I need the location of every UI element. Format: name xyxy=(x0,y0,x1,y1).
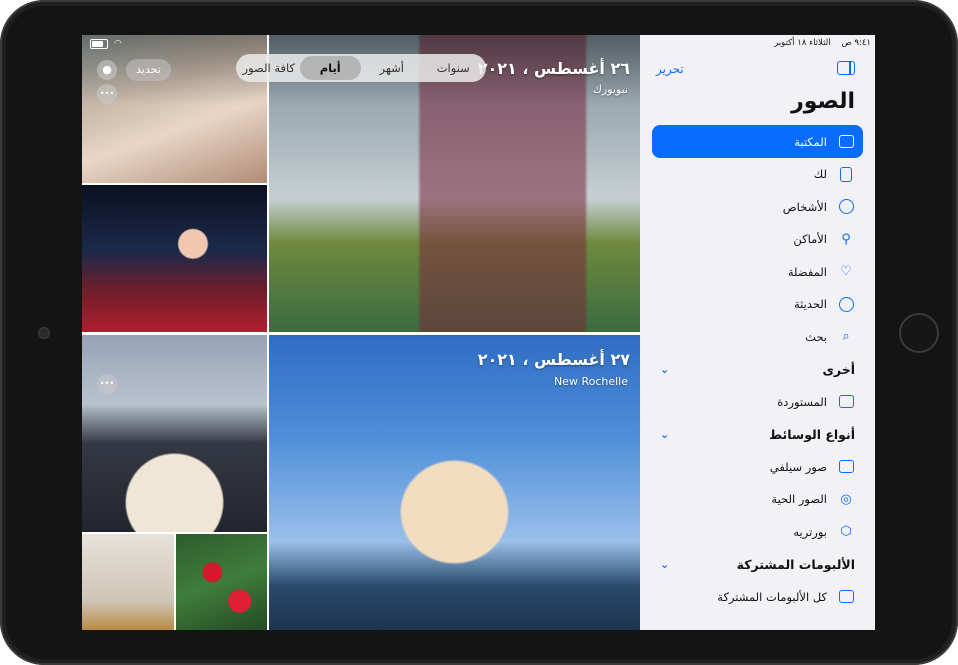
group-location: New Rochelle xyxy=(553,375,628,388)
chevron-down-icon: ⌄ xyxy=(660,362,670,376)
ellipsis-icon: ••• xyxy=(99,379,115,388)
photo-thumbnail[interactable] xyxy=(82,534,174,630)
sidebar-item-portrait[interactable]: ⬡ بورتريه xyxy=(652,516,863,549)
sidebar-item-places[interactable]: ⚲ الأماكن xyxy=(652,223,863,256)
home-button[interactable] xyxy=(899,313,939,353)
chevron-down-icon: ⌄ xyxy=(660,427,670,441)
status-bar: ٩:٤١ ص الثلاثاء ١٨ أكتوبر xyxy=(774,38,871,48)
sidebar-item-search[interactable]: ⌕ بحث xyxy=(652,321,863,354)
segment-days[interactable]: أيام xyxy=(299,56,361,80)
photo-thumbnail[interactable] xyxy=(82,335,267,532)
sidebar: ٩:٤١ ص الثلاثاء ١٨ أكتوبر تحرير الصور ال… xyxy=(640,35,875,630)
sidebar-item-label: لك xyxy=(813,167,827,182)
group-more-button[interactable]: ••• xyxy=(97,374,117,394)
places-icon: ⚲ xyxy=(841,231,851,247)
screen: ٢٦ أغسطس ، ٢٠٢١ نيويورك ٢٧ أغسطس ، ٢٠٢١ … xyxy=(82,35,875,630)
sidebar-item-label: الصور الحية xyxy=(771,492,827,507)
sidebar-item-for-you[interactable]: لك xyxy=(652,158,863,191)
heart-icon: ♡ xyxy=(840,264,852,280)
status-time: ٩:٤١ ص xyxy=(841,38,871,48)
sidebar-list: المكتبة لك الأشخاص ⚲ الأماكن ♡ المفضلة ا… xyxy=(652,125,863,613)
time-scale-segmented-control: سنوات أشهر أيام كافة الصور xyxy=(236,54,486,82)
segment-months[interactable]: أشهر xyxy=(361,56,423,80)
status-indicators: ◠ xyxy=(90,39,122,49)
sidebar-item-label: بحث xyxy=(805,329,827,344)
person-icon: ● xyxy=(102,63,112,76)
battery-icon xyxy=(90,39,108,49)
people-icon xyxy=(837,198,855,216)
people-filter-button[interactable]: ● xyxy=(97,60,117,80)
sidebar-item-selfies[interactable]: صور سيلفي xyxy=(652,451,863,484)
clock-icon xyxy=(837,295,855,313)
sidebar-item-label: المفضلة xyxy=(787,264,827,279)
group-date-title: ٢٦ أغسطس ، ٢٠٢١ xyxy=(477,59,630,78)
select-button[interactable]: تحديد xyxy=(126,59,171,81)
section-title: الألبومات المشتركة xyxy=(736,556,855,572)
sidebar-item-label: بورتريه xyxy=(793,524,827,539)
wifi-icon: ◠ xyxy=(114,39,122,49)
status-date: الثلاثاء ١٨ أكتوبر xyxy=(774,38,831,48)
sidebar-item-label: المستوردة xyxy=(777,394,827,409)
sidebar-item-label: الأشخاص xyxy=(782,199,827,214)
photo-grid: ٢٦ أغسطس ، ٢٠٢١ نيويورك ٢٧ أغسطس ، ٢٠٢١ … xyxy=(82,35,640,630)
for-you-icon xyxy=(837,165,855,183)
front-camera xyxy=(38,327,50,339)
ipad-frame: ٢٦ أغسطس ، ٢٠٢١ نيويورك ٢٧ أغسطس ، ٢٠٢١ … xyxy=(0,0,958,665)
sidebar-item-label: صور سيلفي xyxy=(769,459,827,474)
section-title: أنواع الوسائط xyxy=(769,426,855,442)
chevron-down-icon: ⌄ xyxy=(660,557,670,571)
selfie-icon xyxy=(837,458,855,476)
sidebar-item-label: كل الألبومات المشتركة xyxy=(717,589,827,604)
section-header-shared-albums[interactable]: الألبومات المشتركة ⌄ xyxy=(652,548,863,581)
edit-button[interactable]: تحرير xyxy=(656,62,684,76)
sidebar-item-library[interactable]: المكتبة xyxy=(652,125,863,158)
group-location: نيويورك xyxy=(592,83,628,96)
library-icon xyxy=(837,133,855,151)
import-icon xyxy=(837,393,855,411)
sidebar-item-all-shared-albums[interactable]: كل الألبومات المشتركة xyxy=(652,581,863,614)
section-header-media-types[interactable]: أنواع الوسائط ⌄ xyxy=(652,418,863,451)
sidebar-item-recents[interactable]: الحديثة xyxy=(652,288,863,321)
section-header-other[interactable]: أخرى ⌄ xyxy=(652,353,863,386)
segment-years[interactable]: سنوات xyxy=(423,56,485,80)
live-photo-icon: ◎ xyxy=(840,491,852,507)
sidebar-item-label: المكتبة xyxy=(794,134,827,149)
segment-all-photos[interactable]: كافة الصور xyxy=(238,56,300,80)
sidebar-item-people[interactable]: الأشخاص xyxy=(652,191,863,224)
sidebar-item-favorites[interactable]: ♡ المفضلة xyxy=(652,256,863,289)
search-icon: ⌕ xyxy=(842,329,850,345)
photo-thumbnail[interactable] xyxy=(176,534,267,630)
section-title: أخرى xyxy=(822,361,855,377)
sidebar-item-label: الحديثة xyxy=(794,297,827,312)
portrait-cube-icon: ⬡ xyxy=(840,524,852,540)
group-date-title: ٢٧ أغسطس ، ٢٠٢١ xyxy=(477,350,630,369)
photo-thumbnail[interactable] xyxy=(82,185,267,332)
more-options-button[interactable]: ••• xyxy=(97,84,117,104)
shared-albums-icon xyxy=(837,588,855,606)
sidebar-toggle-icon[interactable] xyxy=(837,61,855,75)
sidebar-item-label: الأماكن xyxy=(793,232,827,247)
ellipsis-icon: ••• xyxy=(99,89,115,98)
sidebar-item-imports[interactable]: المستوردة xyxy=(652,386,863,419)
page-title: الصور xyxy=(791,89,855,114)
sidebar-item-live-photos[interactable]: ◎ الصور الحية xyxy=(652,483,863,516)
